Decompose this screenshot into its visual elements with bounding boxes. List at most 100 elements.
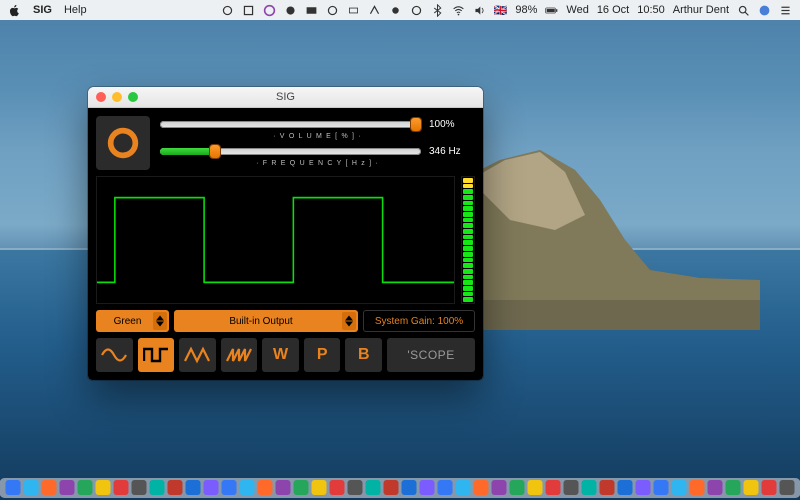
waveform-p-button[interactable]: P [304,338,341,372]
menubar-day: Wed [566,4,588,16]
dock-icon[interactable] [582,480,597,495]
dock-icon[interactable] [636,480,651,495]
dock-icon[interactable] [780,480,795,495]
dock-icon[interactable] [114,480,129,495]
dock-icon[interactable] [726,480,741,495]
dock-icon[interactable] [546,480,561,495]
dock-icon[interactable] [762,480,777,495]
waveform-square-button[interactable] [138,338,175,372]
notification-center-icon[interactable] [779,4,792,17]
dock-icon[interactable] [420,480,435,495]
output-select[interactable]: Built-in Output [174,310,358,332]
status-icon[interactable] [326,4,339,17]
dock-icon[interactable] [654,480,669,495]
status-icon[interactable] [305,4,318,17]
meter-segment [463,286,473,291]
chevron-updown-icon [153,312,167,330]
meter-segment [463,201,473,206]
dock-icon[interactable] [168,480,183,495]
dock-icon[interactable] [492,480,507,495]
dock-icon[interactable] [402,480,417,495]
dock-icon[interactable] [78,480,93,495]
dock-icon[interactable] [456,480,471,495]
dock-icon[interactable] [366,480,381,495]
status-icon[interactable] [758,4,771,17]
status-icon[interactable] [410,4,423,17]
dock-icon[interactable] [744,480,759,495]
waveform-saw-button[interactable] [221,338,258,372]
battery-icon[interactable] [545,4,558,17]
status-icon[interactable] [368,4,381,17]
dock-icon[interactable] [528,480,543,495]
menu-help[interactable]: Help [64,4,87,16]
system-gain: System Gain: 100% [363,310,475,332]
meter-segment [463,206,473,211]
apple-icon[interactable] [8,4,21,17]
dock-icon[interactable] [600,480,615,495]
dock-icon[interactable] [384,480,399,495]
dock-icon[interactable] [42,480,57,495]
volume-icon[interactable] [473,4,486,17]
meter-segment [463,212,473,217]
dock-icon[interactable] [672,480,687,495]
minimize-button[interactable] [112,92,122,102]
dock-icon[interactable] [258,480,273,495]
dock-icon[interactable] [294,480,309,495]
status-icon[interactable] [263,4,276,17]
meter-segment [463,269,473,274]
app-name[interactable]: SIG [33,4,52,16]
dock-icon[interactable] [222,480,237,495]
dock-icon[interactable] [132,480,147,495]
meter-segment [463,258,473,263]
menubar-time: 10:50 [637,4,665,16]
dock-icon[interactable] [474,480,489,495]
app-body: 100% · V O L U M E [ % ] · 346 Hz · F R … [88,108,483,380]
zoom-button[interactable] [128,92,138,102]
scope-button[interactable]: 'SCOPE [387,338,475,372]
traffic-lights [88,92,138,102]
wifi-icon[interactable] [452,4,465,17]
close-button[interactable] [96,92,106,102]
power-ring[interactable] [96,116,150,170]
waveform-w-button[interactable]: W [262,338,299,372]
dock-icon[interactable] [438,480,453,495]
volume-slider[interactable]: 100% [160,119,475,130]
window-title: SIG [88,91,483,103]
dock-icon[interactable] [96,480,111,495]
app-window: SIG 100% · V O L U M E [ % ] · 346 Hz [88,87,483,380]
dock-icon[interactable] [186,480,201,495]
menubar-user[interactable]: Arthur Dent [673,4,729,16]
waveform-b-button[interactable]: B [345,338,382,372]
dock-icon[interactable] [276,480,291,495]
dock-icon[interactable] [6,480,21,495]
dock-icon[interactable] [204,480,219,495]
dock-icon[interactable] [60,480,75,495]
status-icon[interactable] [221,4,234,17]
meter-segment [463,218,473,223]
dock-icon[interactable] [240,480,255,495]
color-select[interactable]: Green [96,310,169,332]
spotlight-icon[interactable] [737,4,750,17]
dock-icon[interactable] [564,480,579,495]
dock-icon[interactable] [150,480,165,495]
status-icon[interactable] [284,4,297,17]
waveform-triangle-button[interactable] [179,338,216,372]
dock-icon[interactable] [708,480,723,495]
status-icon[interactable] [389,4,402,17]
dock-icon[interactable] [312,480,327,495]
meter-segment [463,189,473,194]
dock-icon[interactable] [330,480,345,495]
flag-icon[interactable]: 🇬🇧 [494,4,508,17]
dock-icon[interactable] [618,480,633,495]
waveform-sine-button[interactable] [96,338,133,372]
dock-icon[interactable] [510,480,525,495]
status-icon[interactable] [242,4,255,17]
bluetooth-icon[interactable] [431,4,444,17]
titlebar[interactable]: SIG [88,87,483,108]
dock-icon[interactable] [690,480,705,495]
dock-icon[interactable] [348,480,363,495]
menubar: SIG Help 🇬🇧 98% Wed 16 Oct 10:50 Arthur … [0,0,800,20]
dock-icon[interactable] [24,480,39,495]
frequency-slider[interactable]: 346 Hz [160,146,475,157]
status-icon[interactable] [347,4,360,17]
